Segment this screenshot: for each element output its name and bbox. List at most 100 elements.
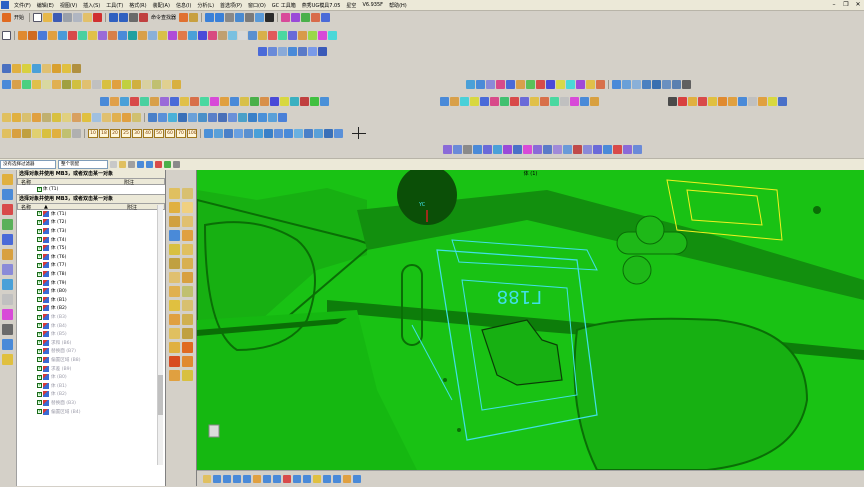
visibility-checkbox[interactable] [37, 365, 42, 372]
crosshair-icon[interactable] [352, 127, 366, 139]
yellow-body-icon[interactable] [708, 96, 717, 106]
shaded-icon[interactable] [466, 79, 475, 89]
boss-icon[interactable] [88, 30, 97, 40]
pattern-face-icon[interactable] [688, 96, 697, 106]
insert-icon[interactable] [22, 112, 31, 122]
menu-item[interactable]: 插入(S) [80, 2, 103, 9]
parting-line-icon[interactable] [168, 112, 177, 122]
grey-body-icon[interactable] [748, 96, 757, 106]
table-row[interactable]: 体 (B5) [17, 330, 165, 339]
table-row[interactable]: 替换面 (B3) [17, 399, 165, 408]
offset-region-icon[interactable] [318, 30, 327, 40]
face-analysis-icon[interactable] [496, 79, 505, 89]
vtool-16-icon[interactable] [182, 286, 193, 297]
vtool-19-icon[interactable] [169, 314, 180, 325]
table-row[interactable]: 体 (T9) [17, 278, 165, 287]
std-part-10-icon[interactable] [294, 128, 303, 138]
visibility-checkbox[interactable] [37, 399, 42, 406]
visibility-checkbox[interactable] [37, 314, 42, 320]
system-materials-icon[interactable] [2, 294, 13, 305]
visibility-checkbox[interactable] [37, 288, 42, 294]
measure-icon[interactable] [311, 12, 321, 22]
layer-icon[interactable] [189, 12, 199, 22]
settings-icon[interactable] [778, 96, 787, 106]
visibility-checkbox[interactable] [37, 186, 42, 192]
mold-tool-5-icon[interactable] [483, 144, 492, 154]
visibility-checkbox[interactable] [37, 245, 42, 251]
cut-icon[interactable] [63, 12, 73, 22]
trimmed-sheet-icon[interactable] [200, 96, 209, 106]
table-row[interactable]: 体 (B1) [17, 296, 165, 305]
assembly-navigator-icon[interactable] [2, 174, 13, 185]
datum-axis-icon[interactable] [622, 79, 631, 89]
analysis-icon[interactable] [281, 12, 291, 22]
extend-tool-icon[interactable] [293, 475, 301, 483]
save-icon[interactable] [53, 12, 63, 22]
clone-icon[interactable] [258, 112, 267, 122]
sort-arrow-icon[interactable]: ▲ [41, 204, 124, 210]
mold-tool-15-icon[interactable] [583, 144, 592, 154]
lifter-icon[interactable] [82, 112, 91, 122]
bridge-surface-icon[interactable] [250, 96, 259, 106]
menu-item[interactable]: 燕秀UG模具7.05 [299, 2, 344, 9]
menu-item[interactable]: 分析(L) [194, 2, 217, 9]
visibility-checkbox[interactable] [37, 219, 42, 225]
quick-folder-icon[interactable] [2, 128, 11, 138]
wcs-icon[interactable] [596, 79, 605, 89]
edge-blend-icon[interactable] [218, 30, 227, 40]
extension-icon[interactable] [190, 96, 199, 106]
new-file-icon[interactable] [33, 12, 43, 22]
arc-tool-icon[interactable] [233, 475, 241, 483]
visibility-checkbox[interactable] [37, 305, 42, 311]
sphere-icon[interactable] [68, 30, 77, 40]
model-view[interactable]: Г188 YC [197, 170, 864, 470]
no-icon[interactable] [678, 96, 687, 106]
vtool-18-icon[interactable] [182, 300, 193, 311]
start-label[interactable]: 开始 [14, 14, 24, 21]
scrollbar-thumb[interactable] [158, 375, 163, 415]
split-body-icon[interactable] [188, 30, 197, 40]
box-icon[interactable] [728, 96, 737, 106]
shell-icon[interactable] [238, 30, 247, 40]
menu-item[interactable]: 编辑(E) [34, 2, 57, 9]
visibility-checkbox[interactable] [37, 296, 42, 303]
visibility-checkbox[interactable] [37, 382, 42, 389]
table-row[interactable]: 体 (T1) [17, 210, 165, 219]
helix-icon[interactable] [122, 79, 131, 89]
screenshot-icon[interactable] [662, 79, 671, 89]
minimize-icon[interactable]: – [830, 1, 838, 8]
move-object-icon[interactable] [460, 96, 469, 106]
ejector-icon[interactable] [288, 46, 297, 56]
rectangle-tool-icon[interactable] [273, 475, 281, 483]
parting-icon[interactable] [52, 112, 61, 122]
section-curve-icon[interactable] [42, 79, 51, 89]
layer-settings-icon[interactable] [576, 79, 585, 89]
table-row[interactable]: 体 (B3) [17, 313, 165, 322]
size-preset-button[interactable]: 25 [121, 128, 131, 138]
export-image-icon[interactable] [672, 79, 681, 89]
unite-body-icon[interactable] [310, 96, 319, 106]
size-preset-button[interactable]: 70 [176, 128, 186, 138]
unite-icon[interactable] [148, 30, 157, 40]
menu-item[interactable]: 帮助(H) [386, 2, 410, 9]
silhouette-icon[interactable] [162, 79, 171, 89]
menu-item[interactable]: 视图(V) [57, 2, 80, 9]
constraint-navigator-icon[interactable] [2, 204, 13, 215]
mold-tool-9-icon[interactable] [523, 144, 532, 154]
point-set-icon[interactable] [2, 63, 11, 73]
project-curve-icon[interactable] [22, 79, 31, 89]
rotate-icon[interactable] [225, 12, 235, 22]
camera-icon[interactable] [652, 79, 661, 89]
divide-curve-icon[interactable] [82, 79, 91, 89]
mold-tool-7-icon[interactable] [503, 144, 512, 154]
mold-tool-2-icon[interactable] [453, 144, 462, 154]
offset-curve-icon[interactable] [2, 79, 11, 89]
menu-item[interactable]: V6.935F [359, 2, 386, 9]
mold-tool-18-icon[interactable] [613, 144, 622, 154]
quick-offset-icon[interactable] [32, 128, 41, 138]
mirror-tool-icon[interactable] [303, 475, 311, 483]
visibility-checkbox[interactable] [37, 322, 42, 329]
vtool-3-icon[interactable] [169, 202, 180, 213]
table-row[interactable]: 体 (T3) [17, 227, 165, 236]
vtool-20-icon[interactable] [182, 314, 193, 325]
